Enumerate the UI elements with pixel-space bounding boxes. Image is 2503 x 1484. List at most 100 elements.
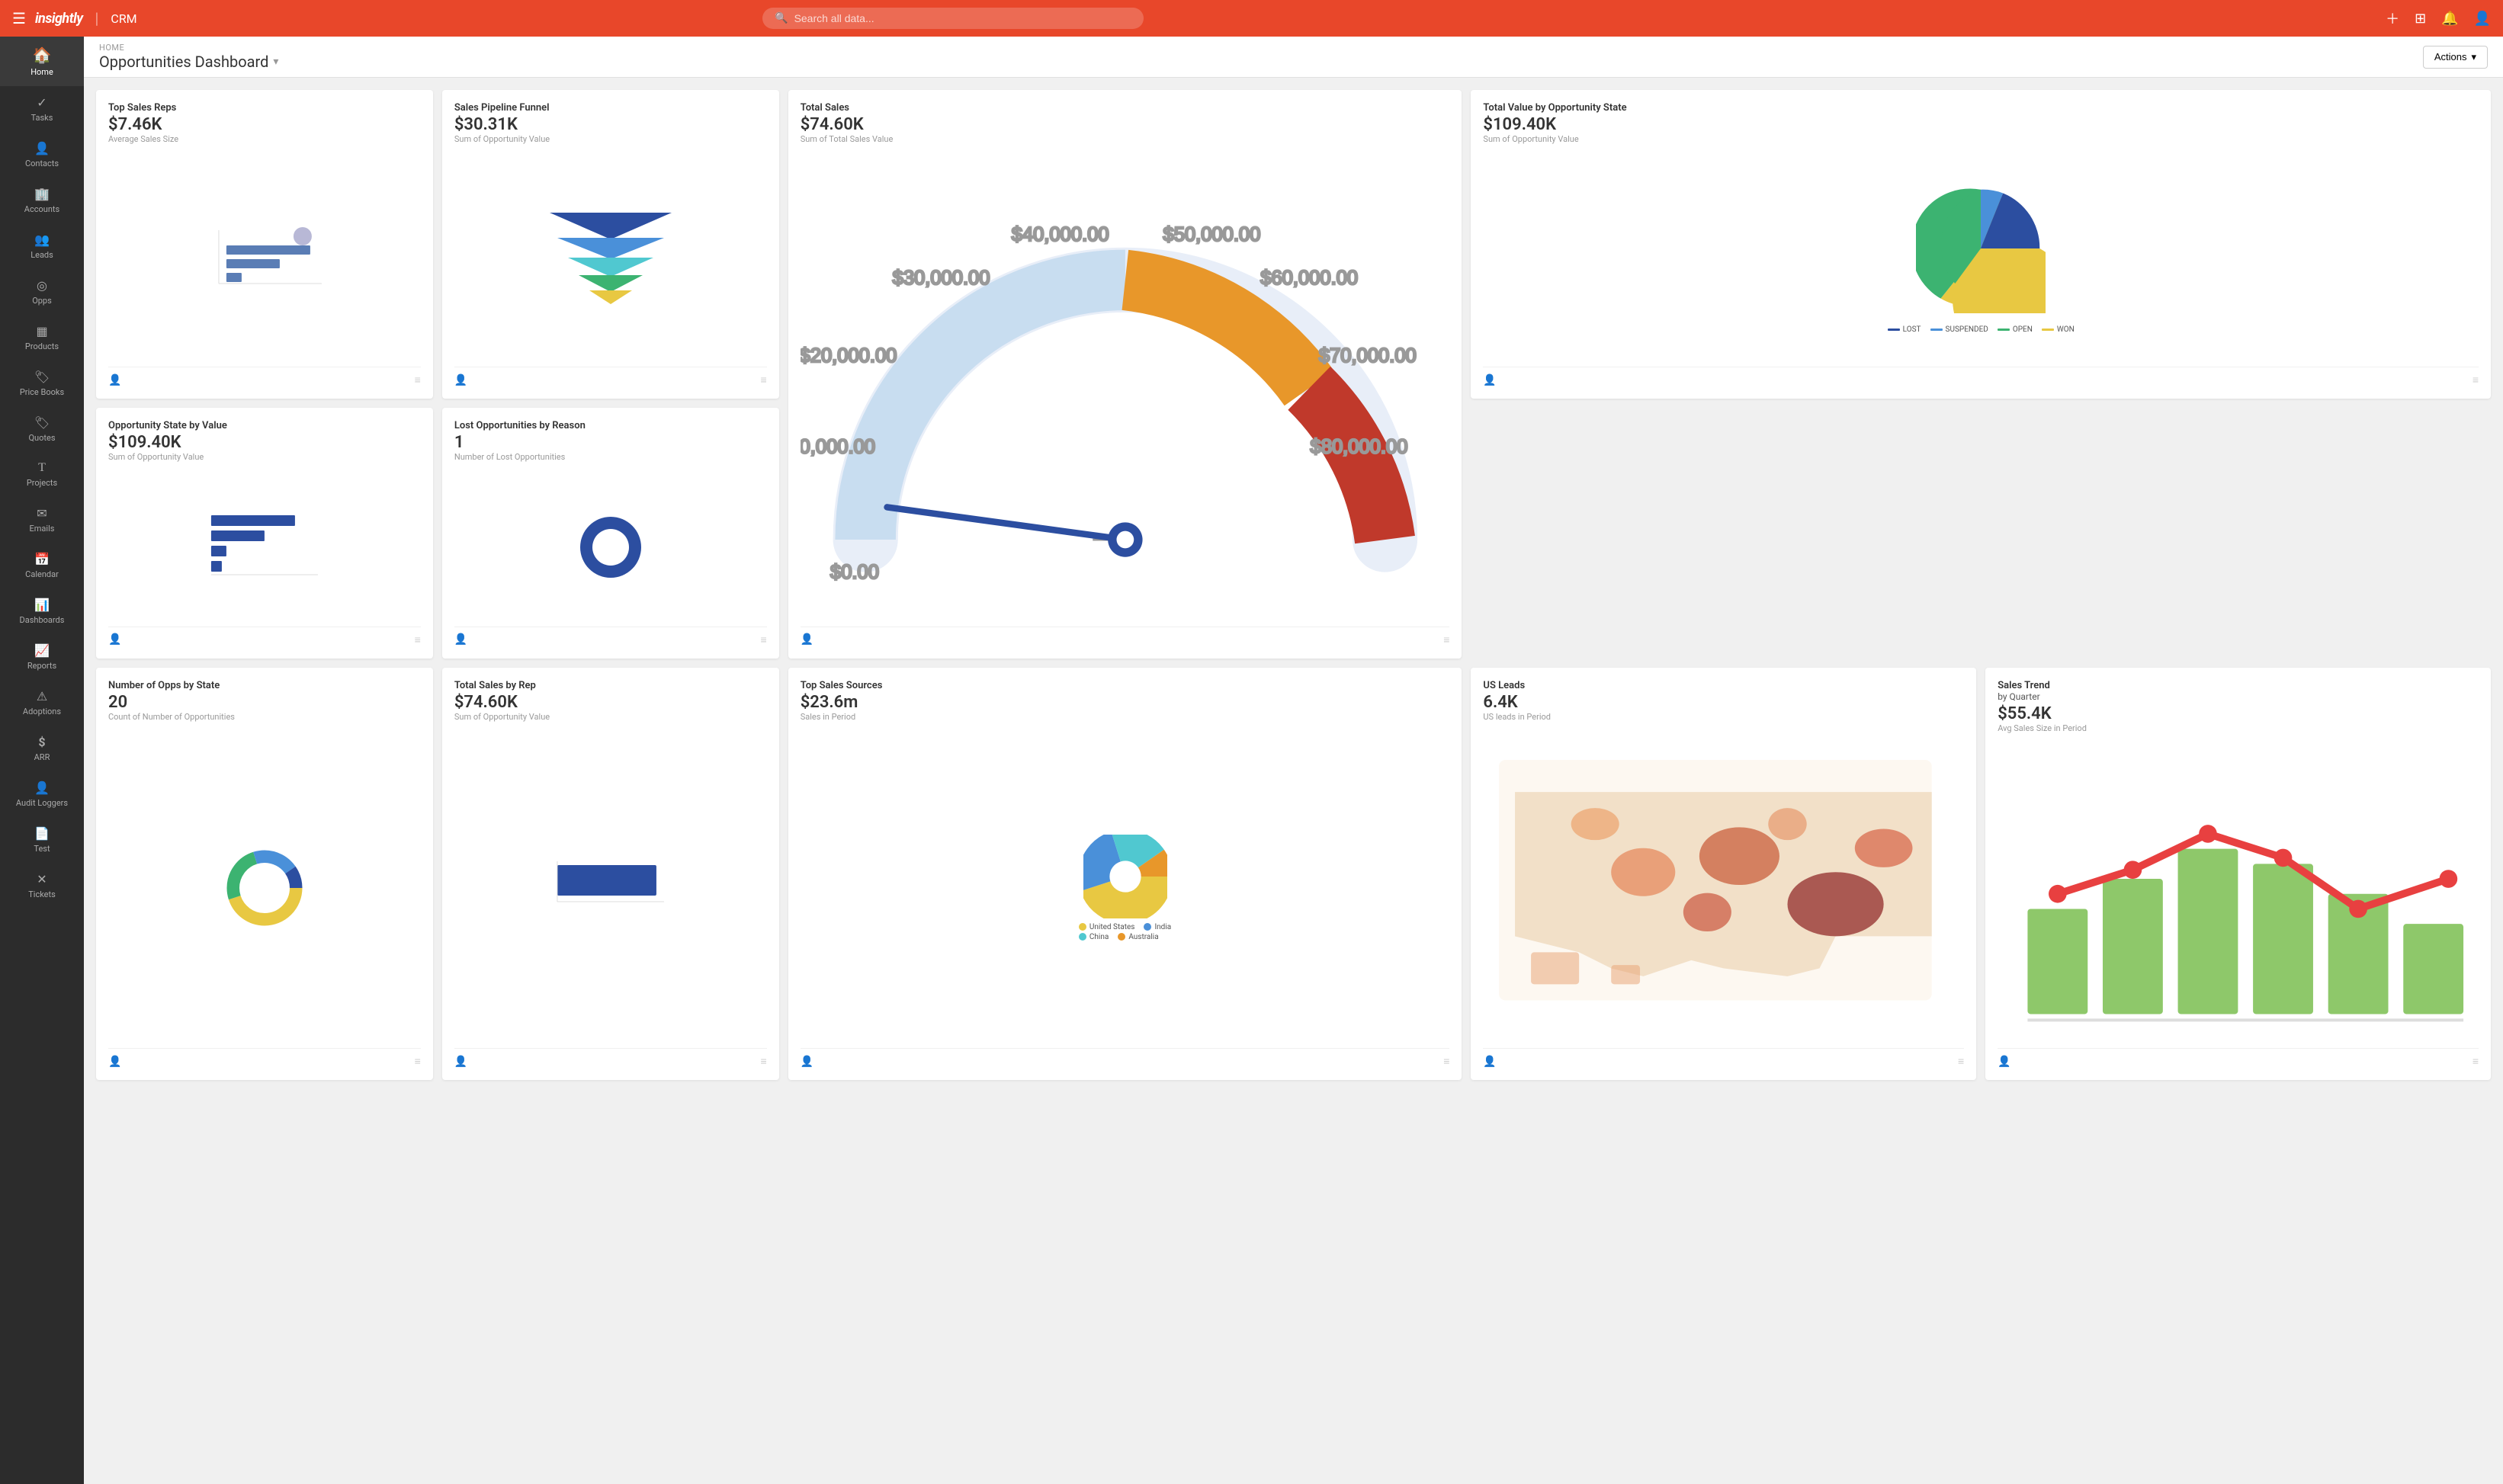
- card-top-sales-reps: Top Sales Reps $7.46K Average Sales Size: [96, 90, 433, 399]
- contacts-icon: 👤: [34, 141, 50, 155]
- card-value: 6.4K: [1483, 693, 1964, 712]
- add-icon[interactable]: ＋: [2386, 8, 2399, 28]
- sidebar-label-tasks: Tasks: [31, 113, 53, 123]
- search-bar[interactable]: 🔍: [762, 8, 1144, 29]
- table-icon: ≡: [415, 1055, 421, 1068]
- card-value: $7.46K: [108, 115, 421, 134]
- sidebar-item-opps[interactable]: ◎ Opps: [0, 269, 84, 315]
- sidebar-item-emails[interactable]: ✉ Emails: [0, 497, 84, 543]
- top-navigation: ☰ insightly | CRM 🔍 ＋ ⊞ 🔔 👤: [0, 0, 2503, 37]
- person-icon: 👤: [1998, 1056, 2010, 1068]
- legend-australia: Australia: [1118, 933, 1158, 941]
- arr-icon: $: [38, 735, 45, 749]
- sidebar-label-arr: ARR: [34, 752, 50, 762]
- grid-icon[interactable]: ⊞: [2415, 11, 2426, 27]
- card-value: $109.40K: [108, 433, 421, 452]
- card-subtitle: Count of Number of Opportunities: [108, 712, 421, 722]
- sidebar-item-audit[interactable]: 👤 Audit Loggers: [0, 771, 84, 817]
- card-subtitle: Sum of Opportunity Value: [454, 712, 767, 722]
- num-opps-donut-chart: [108, 728, 421, 1049]
- sidebar-label-projects: Projects: [27, 478, 57, 488]
- emails-icon: ✉: [37, 506, 47, 521]
- bell-icon[interactable]: 🔔: [2441, 11, 2458, 27]
- audit-icon: 👤: [34, 780, 50, 795]
- svg-text:$40,000.00: $40,000.00: [1011, 224, 1109, 245]
- card-total-sales-rep: Total Sales by Rep $74.60K Sum of Opport…: [442, 668, 779, 1081]
- card-title: US Leads: [1483, 680, 1964, 691]
- card-footer: 👤 ≡: [108, 367, 421, 386]
- card-subtitle: Number of Lost Opportunities: [454, 452, 767, 462]
- sidebar-item-adoptions[interactable]: ⚠ Adoptions: [0, 680, 84, 726]
- sidebar-label-audit: Audit Loggers: [16, 798, 68, 808]
- card-total-value-state: Total Value by Opportunity State $109.40…: [1471, 90, 2491, 399]
- card-footer: 👤 ≡: [108, 1048, 421, 1068]
- card-footer: 👤 ≡: [108, 627, 421, 646]
- tasks-icon: ✓: [37, 95, 47, 110]
- opp-state-bar-chart: [108, 468, 421, 626]
- sidebar-item-pricebooks[interactable]: 🏷 Price Books: [0, 361, 84, 406]
- sidebar-item-projects[interactable]: T Projects: [0, 452, 84, 497]
- pie-state-chart: LOST SUSPENDED OPEN WON: [1483, 150, 2479, 367]
- sidebar-item-dashboards[interactable]: 📊 Dashboards: [0, 588, 84, 634]
- sidebar-item-contacts[interactable]: 👤 Contacts: [0, 132, 84, 178]
- card-us-leads: US Leads 6.4K US leads in Period: [1471, 668, 1976, 1081]
- card-top-sales-sources: Top Sales Sources $23.6m Sales in Period…: [788, 668, 1462, 1081]
- person-icon: 👤: [454, 374, 467, 386]
- app-name: CRM: [111, 11, 136, 26]
- card-subtitle: Sum of Opportunity Value: [454, 134, 767, 144]
- card-subtitle: Average Sales Size: [108, 134, 421, 144]
- card-footer: 👤 ≡: [1483, 367, 2479, 386]
- legend-china: China: [1079, 933, 1109, 941]
- actions-button[interactable]: Actions ▾: [2423, 46, 2488, 69]
- sidebar-label-adoptions: Adoptions: [23, 707, 61, 716]
- hamburger-icon[interactable]: ☰: [12, 9, 26, 27]
- card-subtitle: US leads in Period: [1483, 712, 1964, 722]
- lost-opps-donut-chart: [454, 468, 767, 626]
- search-input[interactable]: [794, 12, 1132, 24]
- card-subtitle: Sales in Period: [801, 712, 1450, 722]
- sidebar-label-dashboards: Dashboards: [20, 615, 65, 625]
- person-icon: 👤: [1483, 1056, 1496, 1068]
- sidebar-item-accounts[interactable]: 🏢 Accounts: [0, 178, 84, 223]
- card-lost-opps: Lost Opportunities by Reason 1 Number of…: [442, 408, 779, 658]
- card-value: $30.31K: [454, 115, 767, 134]
- card-value: 1: [454, 433, 767, 452]
- sidebar-item-quotes[interactable]: 🏷 Quotes: [0, 406, 84, 452]
- card-subtitle: Sum of Opportunity Value: [1483, 134, 2479, 144]
- card-title: Top Sales Reps: [108, 102, 421, 114]
- user-icon[interactable]: 👤: [2474, 11, 2491, 27]
- sidebar-item-leads[interactable]: 👥 Leads: [0, 223, 84, 269]
- sidebar-item-reports[interactable]: 📈 Reports: [0, 634, 84, 680]
- pie-legend: LOST SUSPENDED OPEN WON: [1888, 325, 2075, 334]
- table-icon: ≡: [761, 633, 767, 646]
- card-title: Opportunity State by Value: [108, 420, 421, 431]
- sidebar-item-tasks[interactable]: ✓ Tasks: [0, 86, 84, 132]
- card-value: $74.60K: [454, 693, 767, 712]
- sidebar-label-contacts: Contacts: [25, 159, 59, 168]
- sidebar-item-test[interactable]: 📄 Test: [0, 817, 84, 863]
- person-icon: 👤: [108, 374, 121, 386]
- sidebar-label-emails: Emails: [30, 524, 55, 534]
- card-title: Total Sales: [801, 102, 1450, 114]
- svg-text:$30,000.00: $30,000.00: [892, 268, 990, 289]
- sidebar-item-tickets[interactable]: ✕ Tickets: [0, 863, 84, 909]
- gauge-chart: $0.00 $10,000.00 $20,000.00 $30,000.00 $…: [801, 150, 1450, 627]
- person-icon: 👤: [1483, 374, 1496, 386]
- legend-item-won: WON: [2042, 325, 2075, 334]
- main-layout: 🏠 Home ✓ Tasks 👤 Contacts 🏢 Accounts 👥 L…: [0, 37, 2503, 1484]
- logo: insightly: [35, 11, 83, 27]
- content-header: HOME Opportunities Dashboard ▾ Actions ▾: [84, 37, 2503, 78]
- sidebar-item-products[interactable]: ▦ Products: [0, 315, 84, 361]
- card-value: $23.6m: [801, 693, 1450, 712]
- products-icon: ▦: [36, 324, 47, 338]
- sidebar-item-calendar[interactable]: 📅 Calendar: [0, 543, 84, 588]
- sidebar-item-home[interactable]: 🏠 Home: [0, 37, 84, 86]
- svg-text:$20,000.00: $20,000.00: [801, 345, 897, 367]
- card-title: Total Value by Opportunity State: [1483, 102, 2479, 114]
- pipeline-funnel-chart: [454, 150, 767, 367]
- legend-item-suspended: SUSPENDED: [1930, 325, 1988, 334]
- dropdown-arrow-icon[interactable]: ▾: [273, 56, 278, 68]
- card-num-opps-state: Number of Opps by State 20 Count of Numb…: [96, 668, 433, 1081]
- legend-item-lost: LOST: [1888, 325, 1921, 334]
- sidebar-item-arr[interactable]: $ ARR: [0, 726, 84, 771]
